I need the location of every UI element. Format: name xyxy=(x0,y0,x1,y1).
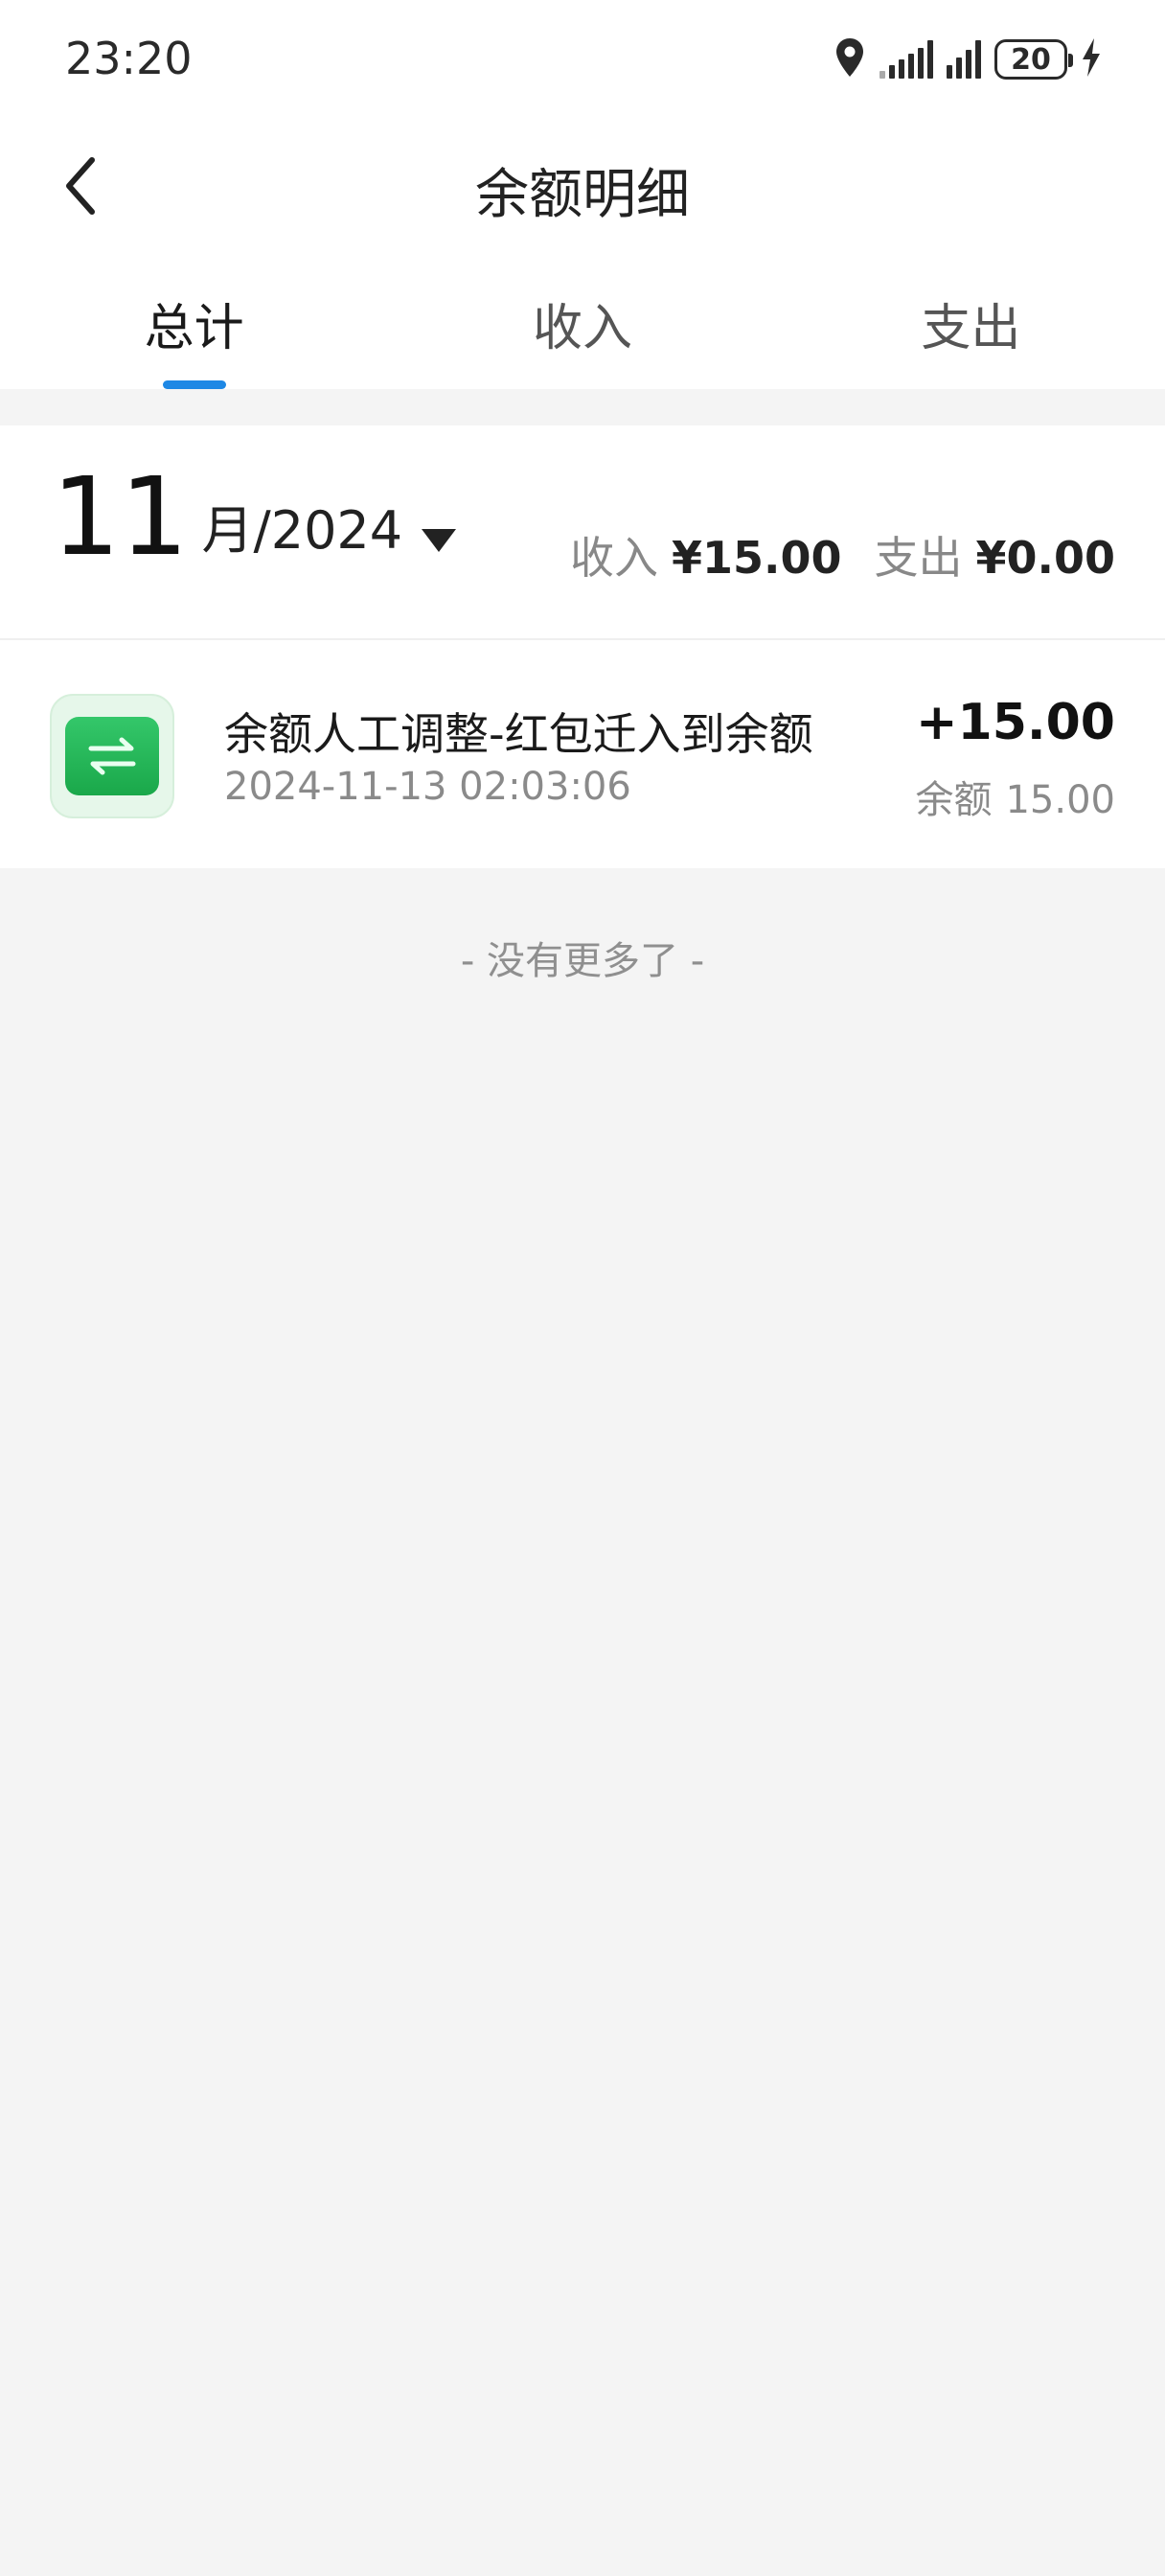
signal-icon xyxy=(947,40,981,79)
month-summary-row: 11 月/2024 收入 ¥15.00 支出 ¥0.00 xyxy=(0,426,1165,640)
battery-level: 20 xyxy=(1011,42,1051,77)
month-summary: 收入 ¥15.00 支出 ¥0.00 xyxy=(570,523,1115,586)
tab-label: 总计 xyxy=(144,300,244,357)
balance-value: 15.00 xyxy=(1005,778,1115,822)
tab-total[interactable]: 总计 xyxy=(0,278,388,389)
top-area: 23:20 20 余额明细 总计 收入 支出 xyxy=(0,0,1165,389)
location-icon xyxy=(834,36,866,82)
tab-label: 支出 xyxy=(921,300,1021,357)
header: 余额明细 xyxy=(0,134,1165,240)
tab-bar: 总计 收入 支出 xyxy=(0,278,1165,389)
transaction-title: 余额人工调整-红包迁入到余额 xyxy=(224,708,813,760)
tab-expense[interactable]: 支出 xyxy=(777,278,1165,389)
list-item[interactable]: 余额人工调整-红包迁入到余额 2024-11-13 02:03:06 +15.0… xyxy=(0,640,1165,868)
signal-icon xyxy=(879,40,933,79)
status-time: 23:20 xyxy=(65,33,193,84)
expense-value: ¥0.00 xyxy=(975,532,1115,584)
expense-label: 支出 xyxy=(874,532,963,584)
month-year: 月/2024 xyxy=(201,500,403,561)
income-label: 收入 xyxy=(569,532,658,584)
status-icons: 20 xyxy=(834,36,1102,82)
page-title: 余额明细 xyxy=(475,164,690,226)
status-bar: 23:20 20 xyxy=(0,0,1165,121)
transaction-amount: +15.00 xyxy=(915,694,1115,751)
no-more-text: - 没有更多了 - xyxy=(460,939,705,983)
tab-label: 收入 xyxy=(532,300,632,357)
active-tab-indicator xyxy=(162,380,226,389)
transaction-balance: 余额 15.00 xyxy=(915,769,1115,824)
balance-label: 余额 xyxy=(915,778,993,822)
transfer-icon xyxy=(65,717,159,795)
battery-icon: 20 xyxy=(994,39,1073,80)
month-picker[interactable]: 11 月/2024 xyxy=(52,455,457,580)
transaction-time: 2024-11-13 02:03:06 xyxy=(224,765,631,809)
charging-icon xyxy=(1081,36,1102,82)
income-value: ¥15.00 xyxy=(671,532,842,584)
month-number: 11 xyxy=(52,455,189,580)
tab-income[interactable]: 收入 xyxy=(388,278,776,389)
caret-down-icon xyxy=(422,529,457,552)
transaction-icon-frame xyxy=(50,694,174,818)
